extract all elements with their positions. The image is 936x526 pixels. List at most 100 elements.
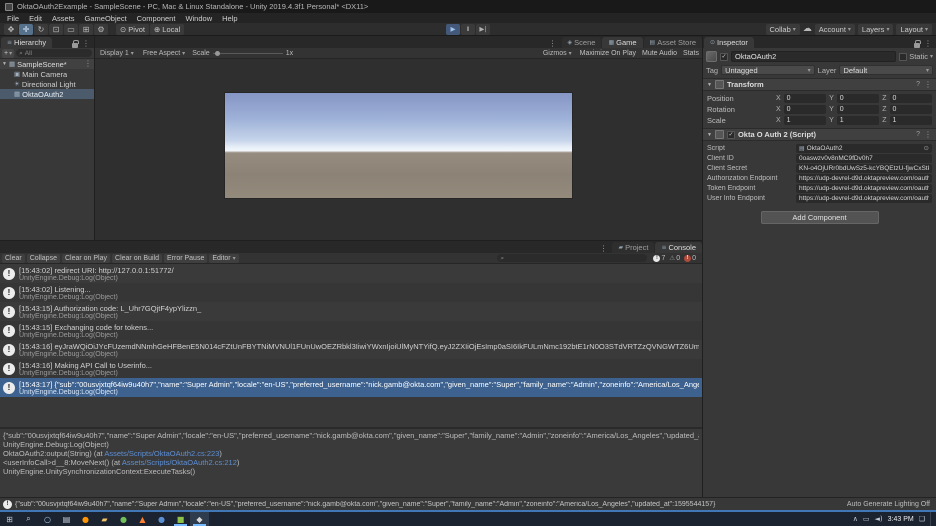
- static-group[interactable]: Static▾: [899, 52, 933, 61]
- cortana-icon[interactable]: ○: [38, 512, 57, 526]
- console-log-entry[interactable]: ! [15:43:17] {"sub":"00usvjxtqf64iw9u40h…: [0, 378, 702, 397]
- transform-tool-button[interactable]: ⊞: [79, 24, 93, 35]
- info-count-badge[interactable]: !7: [653, 255, 665, 262]
- console-toolbar-button[interactable]: Clear on Play: [62, 254, 110, 263]
- console-log-entry[interactable]: ! [15:43:15] Authorization code: L_Uhr7G…: [0, 302, 702, 321]
- console-log-entry[interactable]: ! [15:43:16] Making API Call to Userinfo…: [0, 359, 702, 378]
- status-message[interactable]: {"sub":"00usvjxtqf64iw9u40h7","name":"Su…: [15, 501, 841, 508]
- object-picker-icon[interactable]: ⊙: [924, 144, 929, 152]
- transform-component-header[interactable]: ▼ Transform ?⋮: [703, 78, 936, 91]
- console-log-entry[interactable]: ! [15:43:02] redirect URI: http://127.0.…: [0, 264, 702, 283]
- console-toolbar-button[interactable]: Collapse: [27, 254, 60, 263]
- axis-z-field[interactable]: 1: [890, 116, 932, 125]
- axis-x-field[interactable]: 1: [784, 116, 826, 125]
- layers-dropdown[interactable]: Layers▾: [858, 24, 894, 35]
- account-dropdown[interactable]: Account▾: [815, 24, 855, 35]
- game-toolbar-button[interactable]: Mute Audio: [642, 50, 677, 57]
- component-enabled-checkbox[interactable]: ✓: [727, 131, 735, 139]
- kebab-menu-icon[interactable]: ⋮: [599, 245, 607, 253]
- layer-dropdown[interactable]: Default▾: [839, 65, 933, 75]
- cloud-icon[interactable]: ☁: [803, 24, 812, 34]
- tray-chevron-icon[interactable]: ∧: [853, 515, 858, 523]
- field-value[interactable]: ▤ KN-o4OjURr0bdUwSz5-kcYBQEtzU-fjwCxStkm…: [796, 164, 932, 173]
- hierarchy-item-oktaoauth2[interactable]: ▦ OktaOAuth2: [0, 89, 94, 99]
- tab-asset-store[interactable]: ▤Asset Store: [644, 37, 702, 48]
- pause-button[interactable]: Ⅱ: [461, 24, 475, 35]
- field-value[interactable]: ▤ https://udp-devrel-d9d.oktapreview.com…: [796, 194, 932, 203]
- tab-scene[interactable]: ◈Scene: [562, 37, 602, 48]
- console-log-entry[interactable]: ! [15:43:15] Exchanging code for tokens.…: [0, 321, 702, 340]
- taskbar-clock[interactable]: 3:43 PM: [888, 516, 914, 523]
- stack-trace-link[interactable]: Assets/Scripts/OktaOAuth2.cs:212: [122, 458, 237, 467]
- aspect-dropdown[interactable]: Free Aspect▾: [141, 49, 187, 58]
- menu-item[interactable]: Edit: [24, 14, 47, 23]
- axis-x-field[interactable]: 0: [784, 94, 826, 103]
- axis-y-field[interactable]: 1: [837, 116, 879, 125]
- unity-editor-icon[interactable]: ◆: [190, 512, 209, 526]
- scale-slider[interactable]: [213, 53, 283, 54]
- menu-item[interactable]: Assets: [47, 14, 80, 23]
- scene-header-row[interactable]: ▼ ▦ SampleScene* ⋮: [0, 59, 94, 69]
- help-icon[interactable]: ?: [916, 81, 920, 88]
- create-object-button[interactable]: +▾: [2, 49, 14, 58]
- static-checkbox[interactable]: [899, 53, 907, 61]
- status-info-icon[interactable]: !: [3, 500, 12, 509]
- network-icon[interactable]: ▭: [863, 515, 870, 523]
- script-component-header[interactable]: ▼ ✓ Okta O Auth 2 (Script) ?⋮: [703, 128, 936, 141]
- chrome-icon[interactable]: ●: [114, 512, 133, 526]
- tab-hierarchy[interactable]: ≡Hierarchy: [1, 37, 52, 48]
- tab-game[interactable]: ▦Game: [602, 37, 642, 48]
- notification-center-icon[interactable]: ❏: [919, 515, 925, 523]
- field-value[interactable]: ▤ https://udp-devrel-d9d.oktapreview.com…: [796, 184, 932, 193]
- menu-item[interactable]: Window: [180, 14, 217, 23]
- game-toolbar-button[interactable]: Maximize On Play: [580, 50, 636, 57]
- step-button[interactable]: ▶|: [476, 24, 490, 35]
- custom-tool-button[interactable]: ⚙: [94, 24, 108, 35]
- menu-item[interactable]: GameObject: [80, 14, 132, 23]
- axis-y-field[interactable]: 0: [837, 94, 879, 103]
- play-button[interactable]: ▶: [446, 24, 460, 35]
- start-button[interactable]: ⊞: [0, 512, 19, 526]
- kebab-menu-icon[interactable]: ⋮: [84, 60, 92, 68]
- hierarchy-item-main-camera[interactable]: ▣ Main Camera: [0, 69, 94, 79]
- kebab-menu-icon[interactable]: ⋮: [924, 81, 932, 89]
- editor-dropdown[interactable]: Editor ▾: [209, 254, 238, 263]
- menu-item[interactable]: Help: [217, 14, 242, 23]
- kebab-menu-icon[interactable]: ⋮: [82, 40, 90, 48]
- show-desktop-button[interactable]: [930, 512, 933, 526]
- console-search-input[interactable]: ⌕: [497, 254, 647, 262]
- menu-item[interactable]: File: [2, 14, 24, 23]
- tag-dropdown[interactable]: Untagged▾: [721, 65, 815, 75]
- kebab-menu-icon[interactable]: ⋮: [549, 40, 557, 48]
- kebab-menu-icon[interactable]: ⋮: [924, 131, 932, 139]
- console-log-entry[interactable]: ! [15:43:16] eyJraWQiOiJYcFUzemdNNmhGeHF…: [0, 340, 702, 359]
- gizmos-dropdown[interactable]: Gizmos▾: [541, 49, 574, 58]
- local-toggle[interactable]: ⊕Local: [150, 24, 184, 35]
- foldout-arrow-icon[interactable]: ▼: [707, 82, 712, 88]
- unity-hub-icon[interactable]: ■: [171, 512, 190, 526]
- console-toolbar-button[interactable]: Clear on Build: [112, 254, 162, 263]
- console-toolbar-button[interactable]: Error Pause: [164, 254, 207, 263]
- hierarchy-search-input[interactable]: ⌕All: [16, 49, 92, 57]
- kebab-menu-icon[interactable]: ⋮: [924, 40, 932, 48]
- vlc-icon[interactable]: ▲: [133, 512, 152, 526]
- add-component-button[interactable]: Add Component: [761, 211, 879, 224]
- move-tool-button[interactable]: ✛: [19, 24, 33, 35]
- axis-x-field[interactable]: 0: [784, 105, 826, 114]
- hierarchy-item-directional-light[interactable]: ☀ Directional Light: [0, 79, 94, 89]
- rect-tool-button[interactable]: ▭: [64, 24, 78, 35]
- firefox-icon[interactable]: ●: [76, 512, 95, 526]
- search-button[interactable]: ⌕: [19, 512, 38, 526]
- console-log-entry[interactable]: ! [15:43:02] Listening... UnityEngine.De…: [0, 283, 702, 302]
- rotate-tool-button[interactable]: ↻: [34, 24, 48, 35]
- axis-y-field[interactable]: 0: [837, 105, 879, 114]
- layout-dropdown[interactable]: Layout▾: [896, 24, 932, 35]
- lock-icon[interactable]: [914, 43, 920, 48]
- axis-z-field[interactable]: 0: [890, 105, 932, 114]
- error-count-badge[interactable]: !0: [684, 255, 696, 262]
- task-view-icon[interactable]: ▤: [57, 512, 76, 526]
- help-icon[interactable]: ?: [916, 131, 920, 138]
- menu-item[interactable]: Component: [132, 14, 181, 23]
- volume-icon[interactable]: ◄): [875, 515, 883, 523]
- stack-trace-link[interactable]: Assets/Scripts/OktaOAuth2.cs:223: [104, 449, 219, 458]
